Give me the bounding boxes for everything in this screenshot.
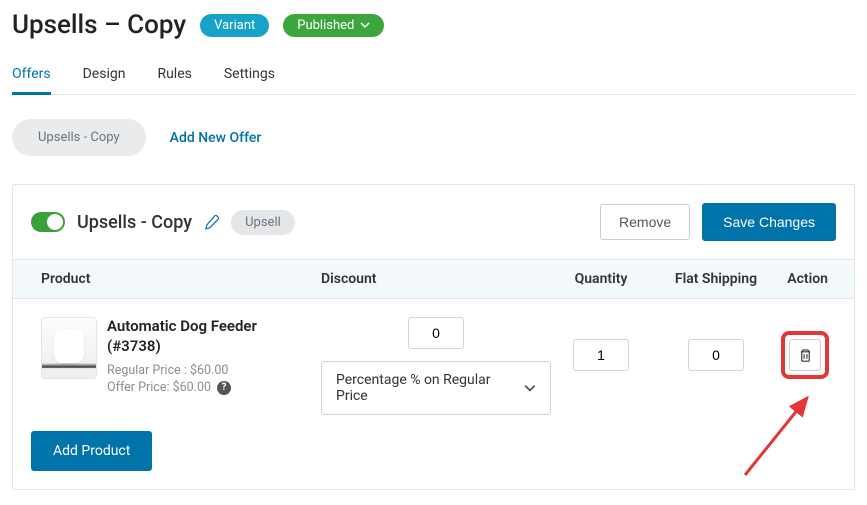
- published-badge[interactable]: Published: [283, 14, 384, 37]
- action-cell: [781, 317, 837, 379]
- shipping-input[interactable]: [688, 339, 744, 371]
- tab-rules[interactable]: Rules: [157, 58, 191, 94]
- tab-offers[interactable]: Offers: [12, 58, 51, 94]
- th-shipping: Flat Shipping: [651, 271, 781, 287]
- discount-value-input[interactable]: [408, 317, 464, 349]
- product-title: Automatic Dog Feeder: [107, 317, 257, 335]
- quantity-input[interactable]: [573, 339, 629, 371]
- tab-bar: Offers Design Rules Settings: [12, 58, 855, 95]
- delete-button[interactable]: [789, 339, 821, 371]
- product-cell: Automatic Dog Feeder (#3738) Regular Pri…: [31, 317, 321, 397]
- shipping-cell: [651, 317, 781, 371]
- offer-panel: Upsells - Copy Upsell Remove Save Change…: [12, 184, 855, 490]
- remove-button[interactable]: Remove: [600, 204, 690, 240]
- offer-price: Offer Price: $60.00: [107, 380, 211, 395]
- page-header: Upsells – Copy Variant Published: [12, 10, 855, 40]
- product-table: Product Discount Quantity Flat Shipping …: [13, 259, 854, 489]
- product-id: (#3738): [107, 337, 257, 355]
- panel-head: Upsells - Copy Upsell Remove Save Change…: [13, 185, 854, 259]
- current-offer-pill[interactable]: Upsells - Copy: [12, 119, 146, 156]
- variant-badge: Variant: [200, 14, 269, 37]
- th-action: Action: [781, 271, 836, 287]
- trash-icon: [798, 348, 813, 363]
- th-product: Product: [31, 271, 321, 287]
- published-label: Published: [297, 18, 354, 33]
- save-button[interactable]: Save Changes: [702, 203, 836, 241]
- table-header: Product Discount Quantity Flat Shipping …: [13, 259, 854, 299]
- offer-toggle[interactable]: [31, 212, 65, 232]
- quantity-cell: [551, 317, 651, 371]
- tab-design[interactable]: Design: [83, 58, 126, 94]
- action-highlight: [781, 331, 829, 379]
- add-new-offer-link[interactable]: Add New Offer: [170, 130, 262, 146]
- offer-name: Upsells - Copy: [77, 212, 192, 233]
- upsell-tag: Upsell: [231, 210, 295, 235]
- page-title: Upsells – Copy: [12, 10, 186, 40]
- discount-cell: Percentage % on Regular Price: [321, 317, 551, 415]
- th-quantity: Quantity: [551, 271, 651, 287]
- edit-icon[interactable]: [204, 215, 219, 230]
- add-product-button[interactable]: Add Product: [31, 431, 152, 471]
- product-image: [41, 317, 97, 379]
- table-row: Automatic Dog Feeder (#3738) Regular Pri…: [13, 299, 854, 425]
- offers-row: Upsells - Copy Add New Offer: [12, 119, 855, 156]
- tab-settings[interactable]: Settings: [224, 58, 275, 94]
- chevron-down-icon: [360, 20, 370, 30]
- chevron-down-icon: [524, 382, 536, 394]
- th-discount: Discount: [321, 271, 551, 287]
- help-icon[interactable]: ?: [217, 381, 231, 395]
- regular-price: Regular Price : $60.00: [107, 363, 257, 378]
- offer-price-line: Offer Price: $60.00 ?: [107, 380, 257, 395]
- discount-type-select[interactable]: Percentage % on Regular Price: [321, 361, 551, 415]
- add-product-row: Add Product: [13, 425, 854, 489]
- discount-type-label: Percentage % on Regular Price: [336, 372, 524, 404]
